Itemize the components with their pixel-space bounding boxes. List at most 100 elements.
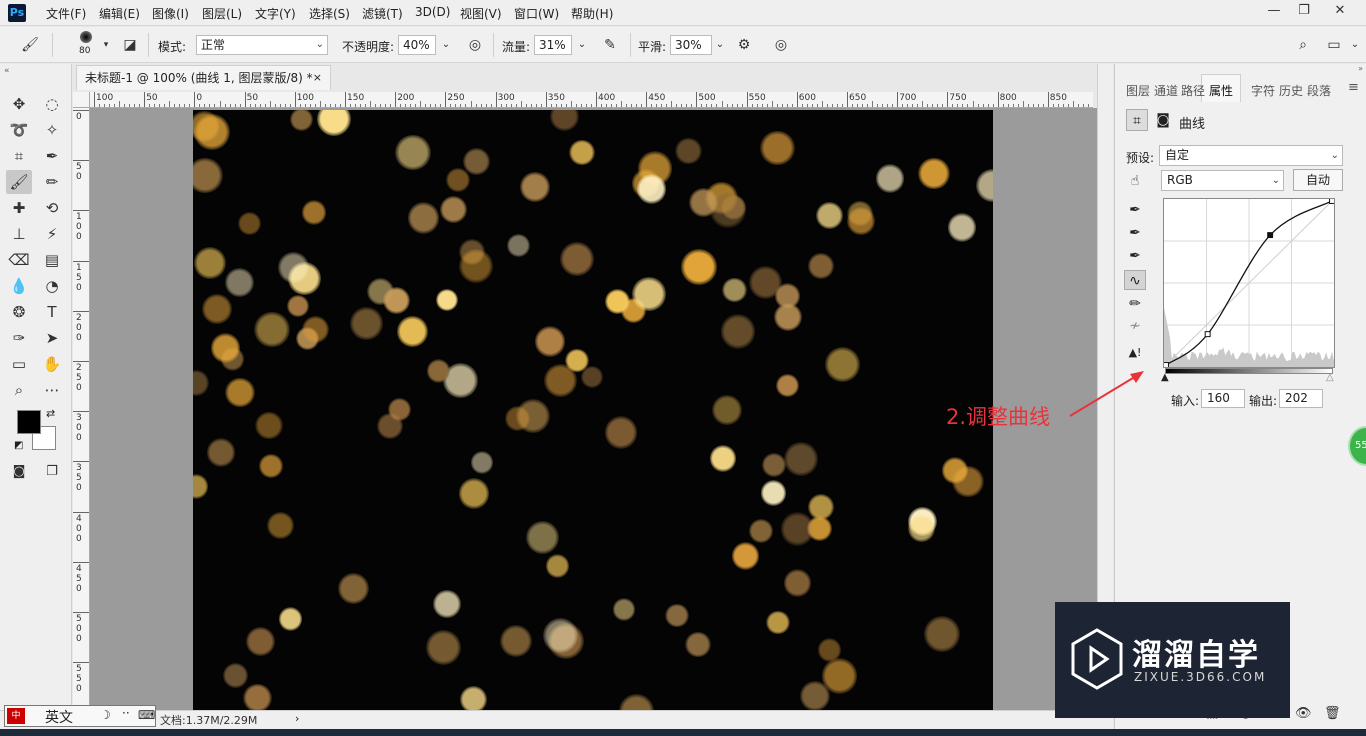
input-value-field[interactable]: 160 xyxy=(1201,389,1245,408)
eraser-tool-icon[interactable]: ⌫ xyxy=(6,248,32,272)
zoom-tool-icon[interactable]: ⌕ xyxy=(6,378,32,402)
magic-wand-icon[interactable]: ✧ xyxy=(39,118,65,142)
target-adjust-hand-icon[interactable]: ☝ xyxy=(1124,170,1146,192)
black-point-eyedropper-icon[interactable]: ✒ xyxy=(1124,200,1146,220)
hand-tool-icon[interactable]: ✋ xyxy=(39,352,65,376)
chevron-down-icon[interactable]: ⌄ xyxy=(710,35,730,55)
brush-tool-icon[interactable]: 🖌 xyxy=(6,170,32,194)
gradient-tool-icon[interactable]: ▤ xyxy=(39,248,65,272)
curve-control-point[interactable] xyxy=(1164,362,1169,368)
path-selection-icon[interactable]: ➤ xyxy=(39,326,65,350)
history-brush-icon[interactable]: ⟲ xyxy=(39,196,65,220)
default-colors-icon[interactable]: ◩ xyxy=(14,440,23,451)
chevron-right-icon[interactable]: › xyxy=(295,712,299,725)
brush-settings-icon[interactable]: ◪ xyxy=(120,35,140,55)
dodge-tool-icon[interactable]: ◔ xyxy=(39,274,65,298)
tab-channels[interactable]: 通道 xyxy=(1154,82,1178,99)
more-tools-icon[interactable]: ⋯ xyxy=(39,378,65,402)
airbrush-icon[interactable]: ✎ xyxy=(600,35,620,55)
eyedropper-tool-icon[interactable]: ✒ xyxy=(39,144,65,168)
crop-tool-icon[interactable]: ⌗ xyxy=(6,144,32,168)
tab-history[interactable]: 历史 xyxy=(1279,82,1303,99)
menu-view[interactable]: 视图(V) xyxy=(460,5,502,22)
clone-stamp-icon[interactable]: ⊥ xyxy=(6,222,32,246)
visibility-eye-icon[interactable]: 👁 xyxy=(1295,706,1312,721)
flow-input[interactable]: 31% xyxy=(534,35,572,55)
healing-brush-icon[interactable]: ✚ xyxy=(6,196,32,220)
pressure-size-icon[interactable]: ◎ xyxy=(771,35,791,55)
smooth-curve-icon[interactable]: ≁ xyxy=(1124,316,1146,336)
trash-icon[interactable]: 🗑 xyxy=(1324,706,1341,721)
chevron-down-icon[interactable]: ▾ xyxy=(96,35,116,55)
chevron-down-icon[interactable]: ⌄ xyxy=(1345,35,1365,55)
white-point-eyedropper-icon[interactable]: ✒ xyxy=(1124,246,1146,266)
swap-colors-icon[interactable]: ⇄ xyxy=(46,407,55,420)
menu-select[interactable]: 选择(S) xyxy=(309,5,350,22)
lasso-tool-icon[interactable]: ➰ xyxy=(6,118,32,142)
search-icon[interactable]: ⌕ xyxy=(1293,35,1313,55)
restore-button[interactable]: ❐ xyxy=(1286,0,1322,22)
foreground-color-swatch[interactable] xyxy=(17,410,41,434)
smoothing-input[interactable]: 30% xyxy=(670,35,712,55)
close-icon[interactable]: × xyxy=(313,66,322,90)
quick-mask-icon[interactable]: ◙ xyxy=(6,460,32,484)
menu-edit[interactable]: 编辑(E) xyxy=(99,5,140,22)
menu-image[interactable]: 图像(I) xyxy=(152,5,189,22)
curves-graph[interactable] xyxy=(1163,198,1335,368)
menu-type[interactable]: 文字(Y) xyxy=(255,5,296,22)
tab-paragraph[interactable]: 段落 xyxy=(1307,82,1331,99)
sponge-tool-icon[interactable]: ❂ xyxy=(6,300,32,324)
brush-preset-picker[interactable]: 80 xyxy=(74,29,98,61)
black-point-slider[interactable]: ▲ xyxy=(1161,372,1169,383)
tab-character[interactable]: 字符 xyxy=(1251,82,1275,99)
ime-toolbar[interactable]: 中 英文 ☽ ·· ⌨ xyxy=(4,705,156,727)
tab-properties[interactable]: 属性 xyxy=(1209,82,1233,99)
auto-button[interactable]: 自动 xyxy=(1293,169,1343,191)
panel-menu-icon[interactable]: ≡ xyxy=(1348,80,1359,95)
clipping-warning-icon[interactable]: ▲! xyxy=(1124,343,1146,363)
tab-layers[interactable]: 图层 xyxy=(1126,82,1150,99)
brush-tool-icon[interactable]: 🖌 xyxy=(20,35,40,55)
rectangle-tool-icon[interactable]: ▭ xyxy=(6,352,32,376)
marquee-tool-icon[interactable]: ◌ xyxy=(39,92,65,116)
curves-adjustment-icon[interactable]: ⌗ xyxy=(1126,109,1148,131)
curve-control-point[interactable] xyxy=(1267,232,1274,239)
tab-paths[interactable]: 路径 xyxy=(1181,82,1205,99)
blur-tool-icon[interactable]: 💧 xyxy=(6,274,32,298)
soft-keyboard-icon[interactable]: ⌨ xyxy=(138,708,155,722)
menu-window[interactable]: 窗口(W) xyxy=(514,5,559,22)
menu-file[interactable]: 文件(F) xyxy=(46,5,86,22)
layer-mask-icon[interactable]: ◙ xyxy=(1152,109,1174,131)
menu-help[interactable]: 帮助(H) xyxy=(571,5,613,22)
document-canvas[interactable] xyxy=(193,110,993,710)
menu-3d[interactable]: 3D(D) xyxy=(415,5,450,19)
menu-filter[interactable]: 滤镜(T) xyxy=(362,5,403,22)
pencil-tool-icon[interactable]: ✏ xyxy=(39,170,65,194)
preset-select[interactable]: 自定 ⌄ xyxy=(1159,145,1343,166)
curve-edit-points-icon[interactable]: ∿ xyxy=(1124,270,1146,290)
collapse-icon[interactable]: « xyxy=(4,66,10,76)
type-tool-icon[interactable]: T xyxy=(39,300,65,324)
close-button[interactable]: ✕ xyxy=(1322,0,1358,22)
pressure-opacity-icon[interactable]: ◎ xyxy=(465,35,485,55)
document-tab[interactable]: 未标题-1 @ 100% (曲线 1, 图层蒙版/8) * × xyxy=(76,65,331,90)
pen-tool-icon[interactable]: ✑ xyxy=(6,326,32,350)
menu-layer[interactable]: 图层(L) xyxy=(202,5,242,22)
mode-select[interactable]: 正常 ⌄ xyxy=(196,35,328,55)
half-width-icon[interactable]: ☽ xyxy=(100,708,111,722)
punctuation-icon[interactable]: ·· xyxy=(122,706,130,720)
curve-control-point[interactable] xyxy=(1204,331,1211,338)
opacity-input[interactable]: 40% xyxy=(398,35,436,55)
channel-select[interactable]: RGB ⌄ xyxy=(1161,170,1284,191)
chevron-down-icon[interactable]: ⌄ xyxy=(436,35,456,55)
screen-mode-icon[interactable]: ❐ xyxy=(39,460,65,484)
art-history-brush-icon[interactable]: ⚡ xyxy=(39,222,65,246)
white-point-slider[interactable]: △ xyxy=(1326,372,1334,383)
curve-control-point[interactable] xyxy=(1329,199,1335,204)
ime-language-label[interactable]: 英文 xyxy=(45,707,73,727)
chevron-down-icon[interactable]: ⌄ xyxy=(572,35,592,55)
gray-point-eyedropper-icon[interactable]: ✒ xyxy=(1124,223,1146,243)
draw-curve-pencil-icon[interactable]: ✏ xyxy=(1124,294,1146,314)
workspace-icon[interactable]: ▭ xyxy=(1324,35,1344,55)
move-tool-icon[interactable]: ✥ xyxy=(6,92,32,116)
